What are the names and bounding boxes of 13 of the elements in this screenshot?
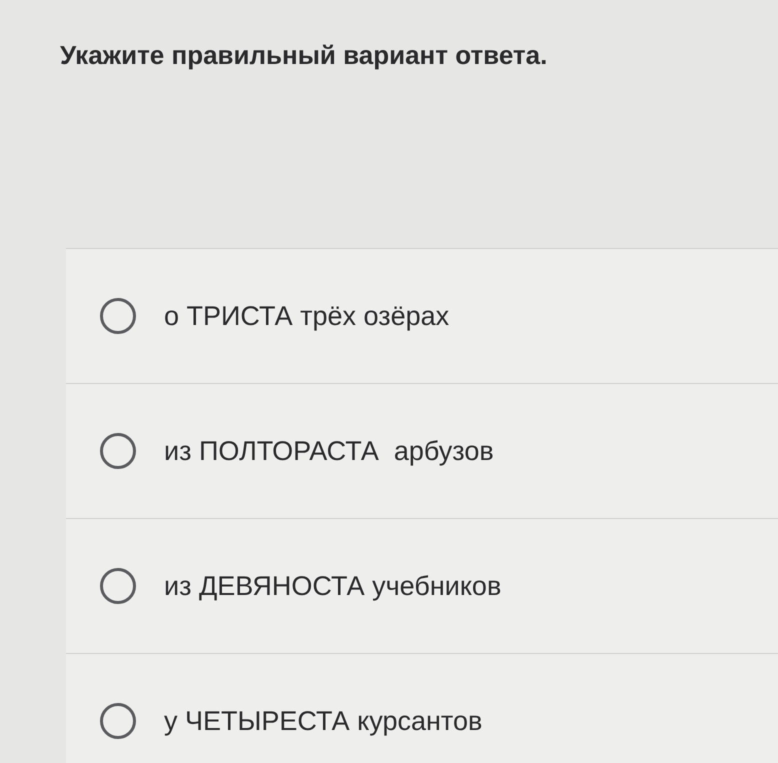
radio-button[interactable] xyxy=(100,298,136,334)
radio-button[interactable] xyxy=(100,568,136,604)
option-label: у ЧЕТЫРЕСТА курсантов xyxy=(164,706,482,736)
option-label: из ДЕВЯНОСТА учебников xyxy=(164,570,502,602)
option-label: о ТРИСТА трёх озёрах xyxy=(164,300,450,332)
radio-button[interactable] xyxy=(100,433,136,469)
answer-option[interactable]: о ТРИСТА трёх озёрах xyxy=(66,249,778,384)
answer-option[interactable]: у ЧЕТЫРЕСТА курсантов xyxy=(66,654,778,763)
option-label: из ПОЛТОРАСТА арбузов xyxy=(164,436,494,466)
radio-button[interactable] xyxy=(100,703,136,739)
question-text: Укажите правильный вариант ответа. xyxy=(60,40,548,72)
answer-option[interactable]: из ПОЛТОРАСТА арбузов xyxy=(66,384,778,519)
answer-option[interactable]: из ДЕВЯНОСТА учебников xyxy=(66,519,778,654)
